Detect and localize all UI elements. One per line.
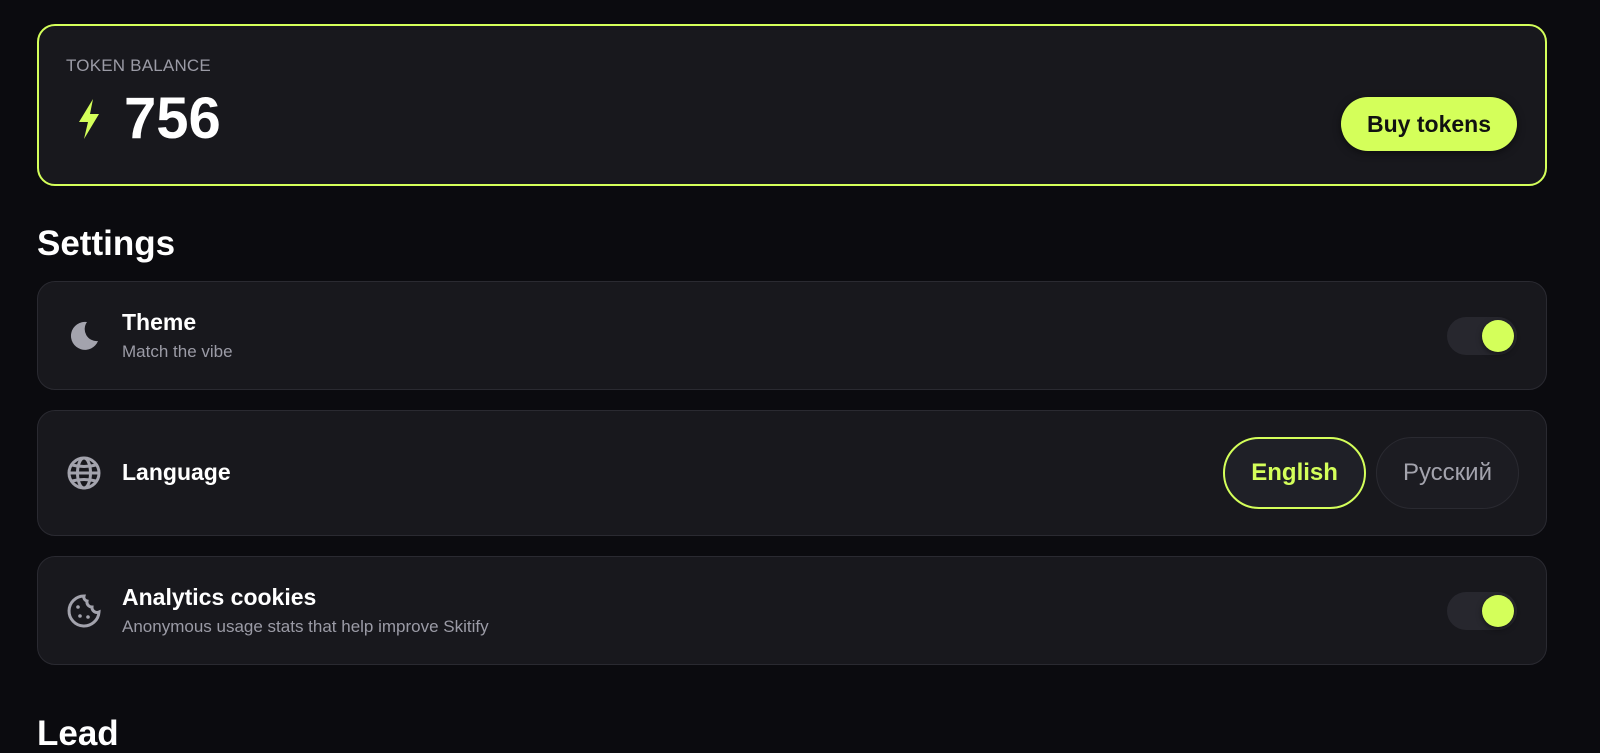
token-balance-value: 756 — [124, 86, 221, 151]
analytics-setting: Analytics cookies Anonymous usage stats … — [37, 556, 1547, 665]
analytics-toggle-knob — [1482, 594, 1514, 627]
analytics-subtitle: Anonymous usage stats that help improve … — [122, 617, 489, 637]
analytics-toggle[interactable] — [1447, 591, 1517, 630]
language-setting-text: Language — [122, 459, 231, 487]
language-option-russian[interactable]: Русский — [1375, 437, 1519, 509]
language-switcher: English Русский — [1223, 437, 1519, 509]
token-balance-card: TOKEN BALANCE 756 Buy tokens — [37, 24, 1547, 186]
theme-subtitle: Match the vibe — [122, 342, 233, 362]
moon-icon — [66, 318, 102, 354]
language-title: Language — [122, 459, 231, 486]
theme-toggle[interactable] — [1447, 316, 1517, 355]
theme-setting-text: Theme Match the vibe — [122, 309, 233, 363]
analytics-title: Analytics cookies — [122, 583, 317, 610]
globe-icon — [66, 455, 102, 491]
language-setting: Language English Русский — [37, 410, 1547, 536]
theme-title: Theme — [122, 308, 197, 335]
theme-toggle-knob — [1482, 319, 1514, 352]
theme-setting: Theme Match the vibe — [37, 281, 1547, 390]
analytics-setting-text: Analytics cookies Anonymous usage stats … — [122, 584, 489, 638]
buy-tokens-button[interactable]: Buy tokens — [1341, 97, 1517, 151]
token-balance-row: 756 — [66, 90, 1518, 148]
bolt-icon — [76, 97, 110, 141]
language-option-english[interactable]: English — [1223, 437, 1366, 509]
token-balance-label: TOKEN BALANCE — [66, 56, 211, 75]
cookie-icon — [66, 593, 102, 629]
next-section-title: Lead — [37, 714, 119, 753]
settings-page: TOKEN BALANCE 756 Buy tokens Settings Th… — [0, 0, 1600, 729]
settings-title: Settings — [37, 224, 176, 263]
